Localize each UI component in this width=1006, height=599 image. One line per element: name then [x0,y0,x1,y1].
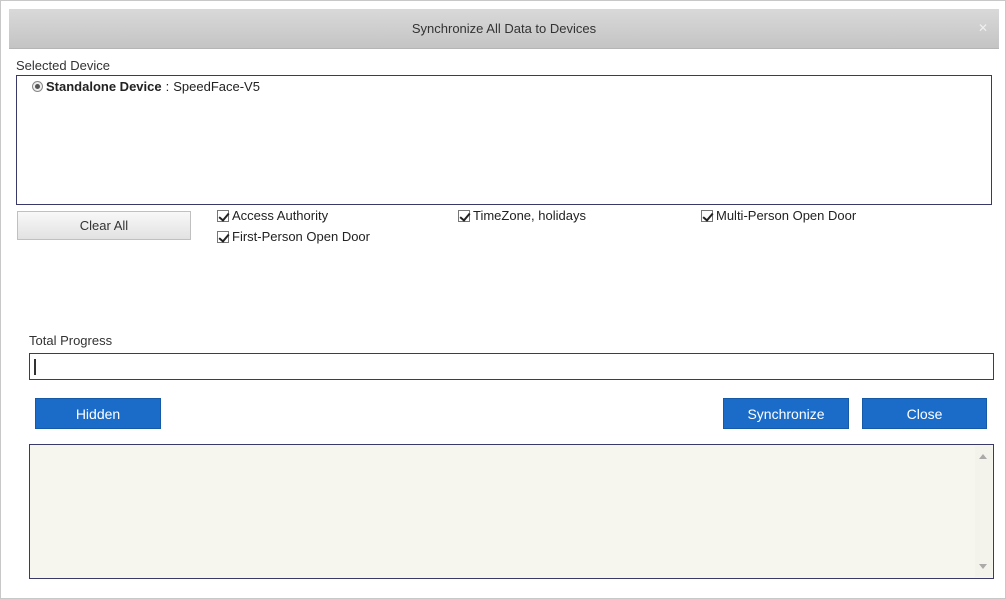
log-scrollbar[interactable] [975,446,992,577]
checkbox-checked-icon[interactable] [217,230,229,243]
checkbox-label: Access Authority [232,208,329,223]
radio-button[interactable] [32,81,43,92]
sync-dialog: Synchronize All Data to Devices ✕ Select… [0,0,1006,599]
device-list: Standalone Device : SpeedFace-V5 [16,75,992,205]
checkbox-access-authority[interactable]: Access Authority [217,208,328,223]
hidden-button[interactable]: Hidden [35,398,161,429]
synchronize-button[interactable]: Synchronize [723,398,849,429]
checkbox-first-person-open-door[interactable]: First-Person Open Door [217,229,370,244]
checkbox-timezone-holidays[interactable]: TimeZone, holidays [458,208,586,223]
close-icon[interactable]: ✕ [977,22,989,34]
scroll-up-icon[interactable] [979,454,987,459]
dialog-titlebar: Synchronize All Data to Devices ✕ [9,9,999,49]
progress-fill [34,359,36,375]
checkbox-checked-icon[interactable] [701,209,713,222]
checkbox-label: First-Person Open Door [232,229,370,244]
checkbox-checked-icon[interactable] [458,209,470,222]
checkbox-multi-person-open-door[interactable]: Multi-Person Open Door [701,208,856,223]
checkbox-label: TimeZone, holidays [473,208,586,223]
selected-device-label: Selected Device [16,58,110,73]
sync-log-area[interactable] [29,444,994,579]
dialog-title: Synchronize All Data to Devices [411,21,597,36]
device-name: SpeedFace-V5 [173,79,260,94]
total-progress-label: Total Progress [29,333,113,348]
device-list-item[interactable]: Standalone Device : SpeedFace-V5 [32,79,260,94]
checkbox-label: Multi-Person Open Door [716,208,857,223]
device-type: Standalone Device [46,79,162,94]
clear-all-button[interactable]: Clear All [17,211,191,240]
device-separator: : [165,79,170,94]
close-button[interactable]: Close [862,398,987,429]
scroll-down-icon[interactable] [979,564,987,569]
checkbox-checked-icon[interactable] [217,209,229,222]
total-progress-bar [29,353,994,380]
